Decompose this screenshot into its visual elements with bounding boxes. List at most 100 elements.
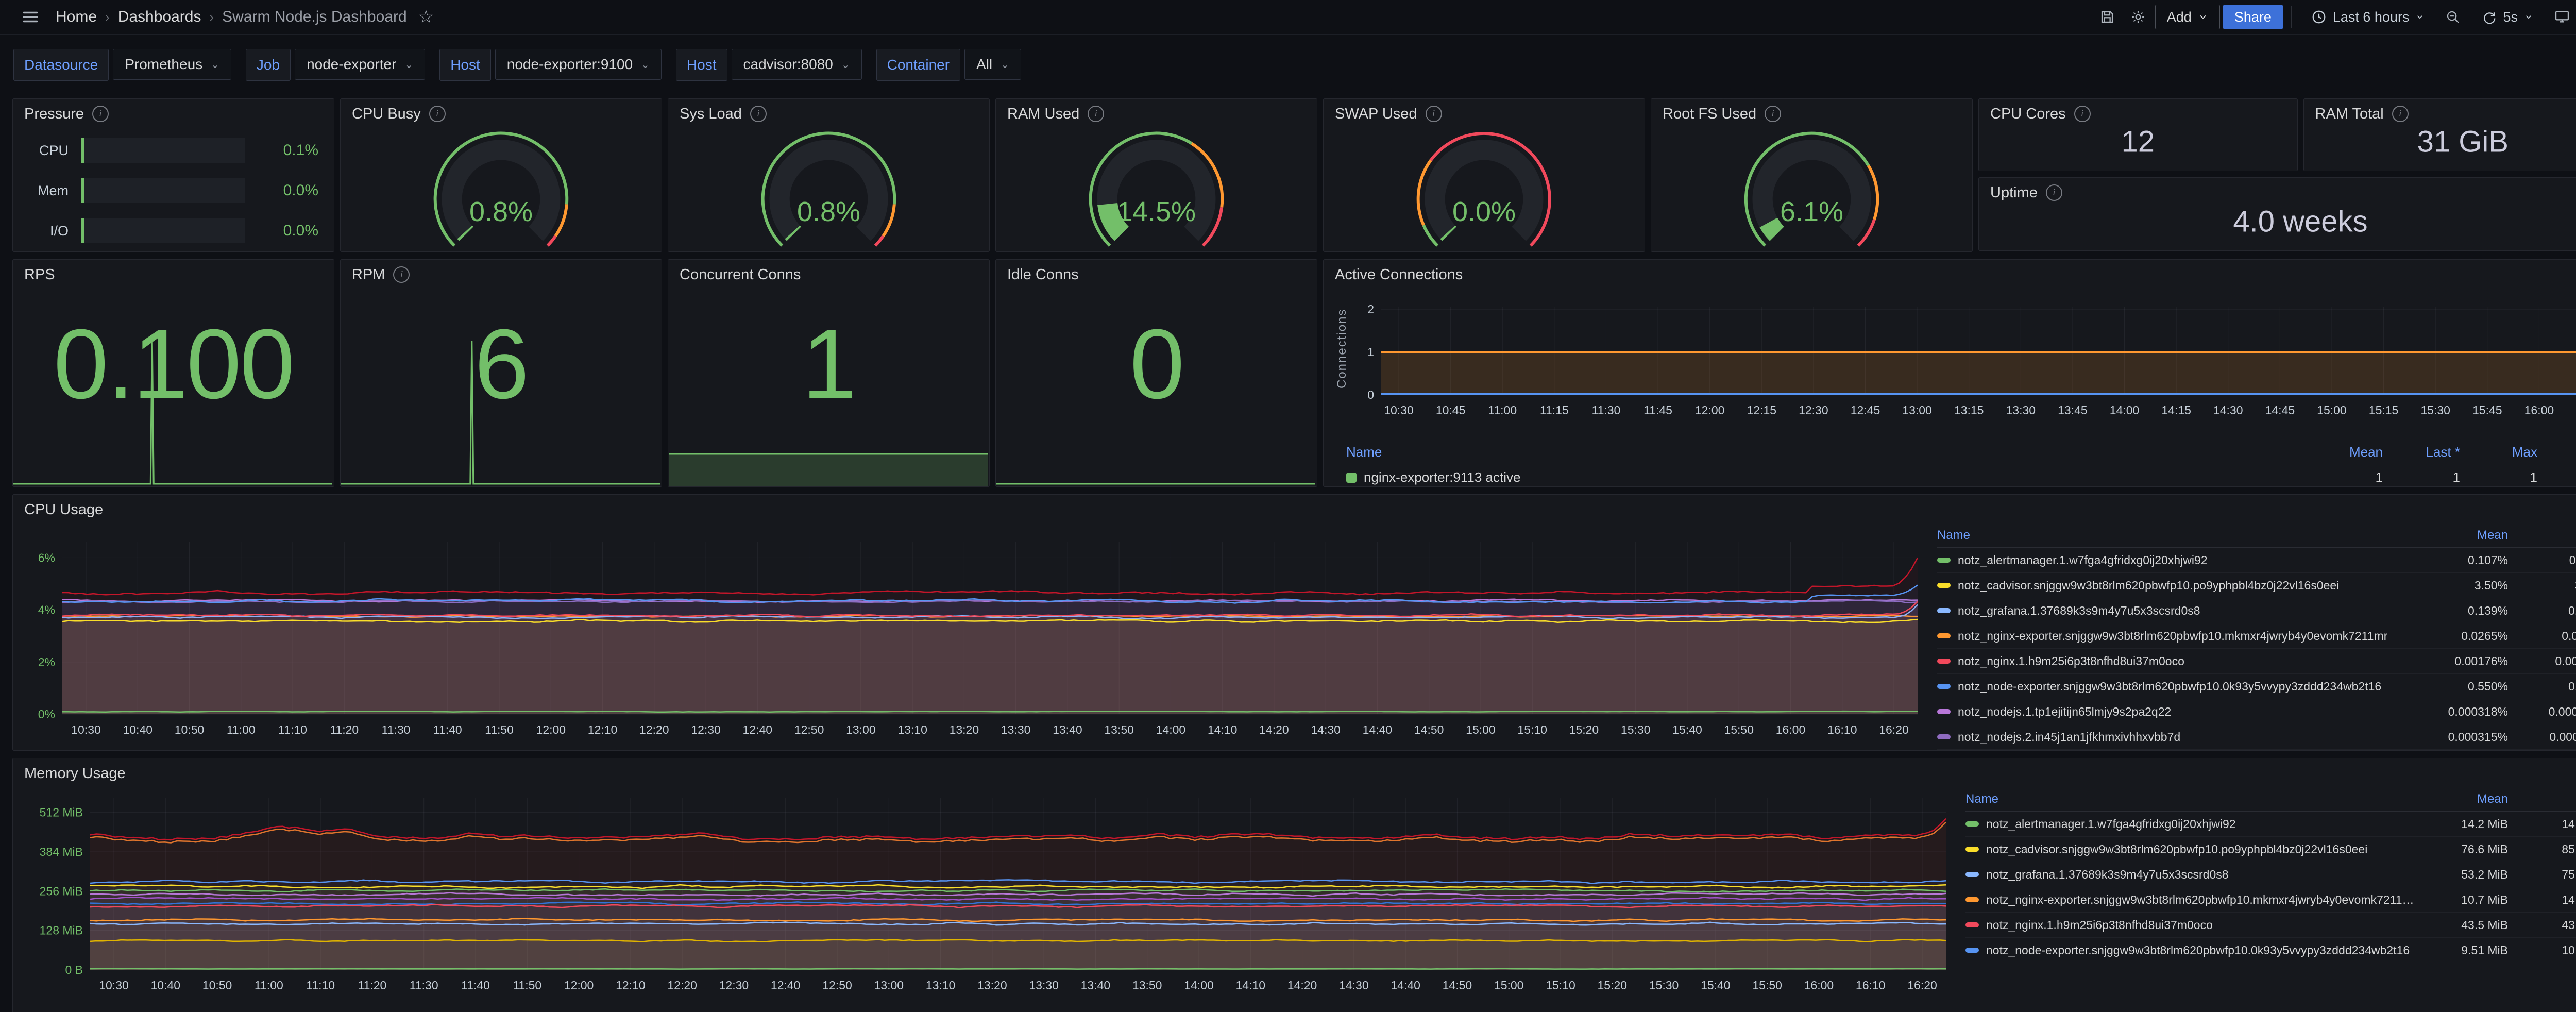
- x-tick-label: 13:40: [1081, 979, 1111, 992]
- info-icon[interactable]: i: [2074, 106, 2091, 122]
- panel-gauge: Sys Load i 0.8%: [668, 98, 990, 252]
- legend-header-name[interactable]: Name: [1965, 792, 2415, 806]
- breadcrumb-dashboards[interactable]: Dashboards: [118, 8, 201, 26]
- panel-cpu-cores: CPU Cores i 12: [1978, 98, 2298, 171]
- legend-row[interactable]: notz_nodejs.1.tp1ejitijn65lmjy9s2pa2q22 …: [1937, 699, 2576, 724]
- legend-row[interactable]: notz_nginx.1.h9m25i6p3t8nfhd8ui37m0oco 4…: [1965, 913, 2576, 938]
- panel-header[interactable]: Sys Load i: [668, 99, 989, 129]
- legend-row[interactable]: notz_grafana.1.37689k3s9m4y7u5x3scsrd0s8…: [1965, 862, 2576, 887]
- variable-value-dropdown[interactable]: node-exporter:9100⌄: [495, 49, 662, 80]
- legend-row[interactable]: notz_cadvisor.snjggw9w3bt8rlm620pbwfp10.…: [1965, 837, 2576, 862]
- legend-row[interactable]: notz_alertmanager.1.w7fga4gfridxg0ij20xh…: [1965, 812, 2576, 837]
- variable-label: Job: [246, 49, 291, 81]
- series-swatch: [1965, 821, 1979, 827]
- active-connections-chart[interactable]: 01210:3010:4511:0011:1511:3011:4512:0012…: [1324, 284, 2576, 445]
- panel-header[interactable]: RPS: [13, 260, 334, 290]
- panel-header[interactable]: Pressure i: [13, 99, 334, 129]
- legend-rows: nginx-exporter:9113 active 1 1 1 1 nginx…: [1346, 463, 2576, 487]
- panel-header[interactable]: RPM i: [341, 260, 662, 290]
- series-fill: [1381, 352, 2576, 395]
- gauge-value-arc: [1448, 232, 1449, 234]
- panel-header[interactable]: SWAP Used i: [1324, 99, 1645, 129]
- memory-usage-chart[interactable]: 0 B128 MiB256 MiB384 MiB512 MiB10:3010:4…: [13, 783, 1955, 1006]
- legend-row[interactable]: notz_cadvisor.snjggw9w3bt8rlm620pbwfp10.…: [1937, 573, 2576, 598]
- info-icon[interactable]: i: [92, 106, 109, 122]
- legend-header-last[interactable]: Last *: [2383, 444, 2460, 460]
- star-icon[interactable]: ☆: [415, 5, 437, 29]
- legend-header-name[interactable]: Name: [1346, 444, 2306, 460]
- time-range-picker[interactable]: Last 6 hours: [2300, 5, 2436, 29]
- x-tick-label: 15:00: [1494, 979, 1524, 992]
- legend-row[interactable]: nginx-exporter:9113 active 1 1 1 1: [1346, 463, 2576, 487]
- legend-header-mean[interactable]: Mean: [2415, 528, 2508, 543]
- legend-header-max[interactable]: Max: [2508, 792, 2576, 806]
- info-icon[interactable]: i: [1426, 106, 1442, 122]
- cpu-usage-chart[interactable]: 0%2%4%6%10:3010:4010:5011:0011:1011:2011…: [13, 519, 1927, 750]
- bar-gauge-label: CPU: [28, 143, 69, 159]
- panel-header[interactable]: CPU Busy i: [341, 99, 662, 129]
- legend-row[interactable]: notz_node-exporter.snjggw9w3bt8rlm620pbw…: [1965, 938, 2576, 963]
- zoom-out-icon[interactable]: [2439, 5, 2467, 29]
- chevron-down-icon: ⌄: [641, 58, 650, 71]
- x-tick-label: 15:20: [1569, 723, 1599, 736]
- share-label: Share: [2234, 9, 2272, 25]
- chevron-down-icon: ⌄: [211, 58, 219, 71]
- x-tick-label: 14:00: [2110, 403, 2140, 417]
- info-icon[interactable]: i: [2046, 184, 2062, 201]
- panel-header[interactable]: Uptime i: [1979, 178, 2576, 208]
- x-tick-label: 10:30: [1384, 403, 1414, 417]
- legend-row[interactable]: notz_nginx-exporter.snjggw9w3bt8rlm620pb…: [1937, 623, 2576, 649]
- legend-row[interactable]: notz_grafana.1.37689k3s9m4y7u5x3scsrd0s8…: [1937, 598, 2576, 623]
- x-tick-label: 15:10: [1517, 723, 1547, 736]
- info-icon[interactable]: i: [393, 266, 410, 283]
- panel-title-text: Memory Usage: [24, 765, 126, 782]
- panel-header[interactable]: Root FS Used i: [1651, 99, 1972, 129]
- legend-header-mean[interactable]: Mean: [2415, 792, 2508, 806]
- info-icon[interactable]: i: [2392, 106, 2409, 122]
- variable-value-dropdown[interactable]: Prometheus⌄: [113, 49, 231, 80]
- legend-row[interactable]: notz_nginx-exporter.snjggw9w3bt8rlm620pb…: [1965, 887, 2576, 913]
- panel-gauge: SWAP Used i 0.0%: [1323, 98, 1645, 252]
- legend-row[interactable]: notz_nodejs.2.in45j1an1jfkhmxivhhxvbb7d …: [1937, 724, 2576, 750]
- x-tick-label: 15:45: [2472, 403, 2502, 417]
- x-tick-label: 11:15: [1540, 403, 1569, 417]
- x-tick-label: 13:00: [846, 723, 876, 736]
- panel-header[interactable]: Idle Conns: [996, 260, 1317, 290]
- legend-row[interactable]: notz_alertmanager.1.w7fga4gfridxg0ij20xh…: [1937, 548, 2576, 573]
- save-dashboard-icon[interactable]: [2093, 5, 2121, 29]
- info-icon[interactable]: i: [429, 106, 446, 122]
- x-tick-label: 10:50: [202, 979, 232, 992]
- variable-value-dropdown[interactable]: cadvisor:8080⌄: [732, 49, 862, 80]
- legend-header-max[interactable]: Max: [2460, 444, 2537, 460]
- menu-icon[interactable]: [15, 5, 45, 29]
- x-tick-label: 14:45: [2265, 403, 2295, 417]
- stat-panel-group: CPU Cores i 12 RAM Total i 31 GiB: [1978, 98, 2576, 251]
- legend-header-name[interactable]: Name: [1937, 528, 2415, 543]
- bar-gauge-list: CPU 0.1% Mem 0.0% I/O: [13, 129, 334, 243]
- x-tick-label: 11:40: [461, 979, 490, 992]
- legend-header-max[interactable]: Max: [2508, 528, 2576, 543]
- panel-header[interactable]: Concurrent Conns: [668, 260, 989, 290]
- x-tick-label: 11:20: [330, 723, 359, 736]
- legend-row[interactable]: notz_nginx.1.h9m25i6p3t8nfhd8ui37m0oco 0…: [1937, 649, 2576, 674]
- legend-header-mean[interactable]: Mean: [2306, 444, 2383, 460]
- settings-gear-icon[interactable]: [2124, 5, 2152, 29]
- variable-value-dropdown[interactable]: All⌄: [964, 49, 1021, 80]
- add-button[interactable]: Add: [2155, 5, 2220, 29]
- tv-mode-icon[interactable]: [2548, 5, 2576, 29]
- legend-header-min[interactable]: Min: [2537, 444, 2576, 460]
- info-icon[interactable]: i: [1088, 106, 1104, 122]
- breadcrumb-home[interactable]: Home: [56, 8, 97, 26]
- legend-row[interactable]: notz_node-exporter.snjggw9w3bt8rlm620pbw…: [1937, 674, 2576, 699]
- bar-gauge-row: I/O 0.0%: [28, 218, 318, 243]
- sparkline-path: [341, 341, 660, 484]
- info-icon[interactable]: i: [1765, 106, 1781, 122]
- refresh-button[interactable]: 5s: [2470, 5, 2545, 29]
- panel-title-text: RAM Total: [2315, 106, 2384, 123]
- x-tick-label: 11:30: [410, 979, 438, 992]
- info-icon[interactable]: i: [750, 106, 767, 122]
- panel-header[interactable]: RAM Used i: [996, 99, 1317, 129]
- variable-value-dropdown[interactable]: node-exporter⌄: [295, 49, 425, 80]
- share-button[interactable]: Share: [2223, 5, 2283, 29]
- x-tick-label: 14:50: [1414, 723, 1444, 736]
